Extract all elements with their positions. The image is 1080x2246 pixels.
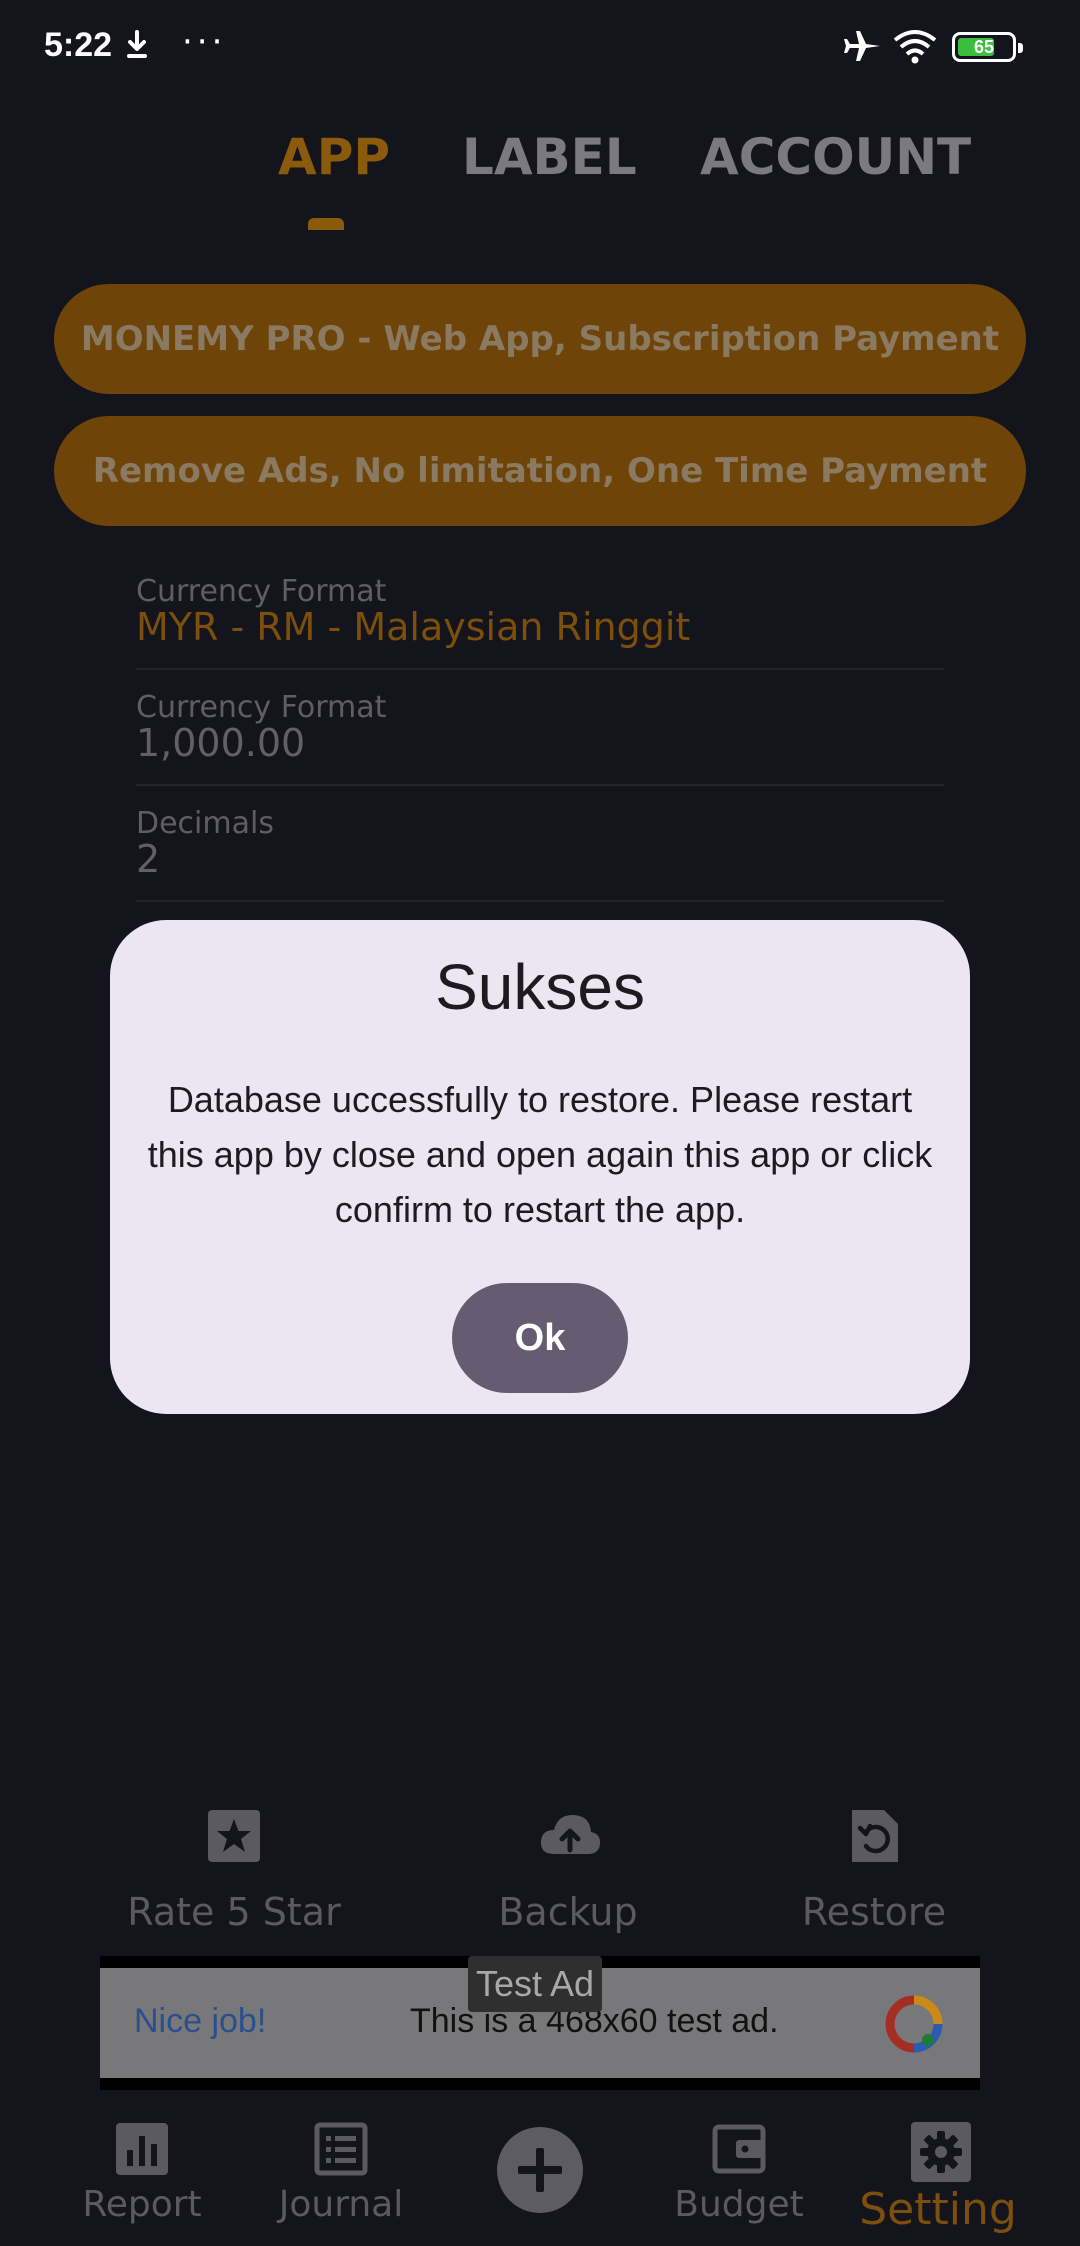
setting-value: 1,000.00 (136, 721, 306, 765)
ad-logo-icon (884, 1994, 944, 2058)
setting-label: Currency Format (136, 690, 387, 725)
nav-report[interactable]: Report (72, 2120, 212, 2225)
tab-label[interactable]: LABEL (462, 128, 637, 186)
nav-setting[interactable]: Setting (856, 2120, 1020, 2235)
more-notifications-icon: ··· (182, 22, 227, 62)
backup-button[interactable]: Backup (448, 1806, 688, 1934)
restore-icon (844, 1806, 904, 1866)
tab-app[interactable]: APP (278, 128, 390, 186)
download-icon (122, 28, 152, 66)
tab-account[interactable]: ACCOUNT (700, 128, 971, 186)
action-label: Restore (801, 1890, 947, 1934)
nav-label: Setting (859, 2184, 1017, 2235)
battery-icon: 65 (952, 32, 1023, 62)
active-tab-indicator (308, 218, 344, 230)
add-transaction-button[interactable] (497, 2127, 583, 2213)
add-icon (497, 2148, 583, 2217)
nav-label: Budget (674, 2184, 804, 2225)
success-dialog: Sukses Database uccessfully to restore. … (110, 920, 970, 1414)
wifi-icon (892, 28, 938, 68)
restore-button[interactable]: Restore (754, 1806, 994, 1934)
setting-label: Decimals (136, 806, 274, 841)
nav-journal[interactable]: Journal (266, 2120, 416, 2225)
cloud-upload-icon (538, 1806, 601, 1866)
dialog-title: Sukses (435, 951, 645, 1023)
battery-level: 65 (973, 37, 995, 57)
nav-budget[interactable]: Budget (666, 2120, 812, 2225)
nav-label: Journal (278, 2184, 404, 2225)
currency-setting[interactable]: Currency Format MYR - RM - Malaysian Rin… (136, 574, 944, 670)
action-label: Rate 5 Star (127, 1890, 341, 1934)
setting-label: Currency Format (136, 574, 387, 609)
setting-value: 2 (136, 837, 161, 881)
nav-label: Report (82, 2184, 202, 2225)
currency-format-setting[interactable]: Currency Format 1,000.00 (136, 690, 944, 786)
bar-chart-icon (113, 2120, 171, 2178)
remove-ads-button[interactable]: Remove Ads, No limitation, One Time Paym… (54, 416, 1026, 526)
monemy-pro-button[interactable]: MONEMY PRO - Web App, Subscription Payme… (54, 284, 1026, 394)
wallet-icon (710, 2120, 768, 2178)
ad-headline: Nice job! (134, 2002, 267, 2040)
ok-button[interactable]: Ok (452, 1283, 628, 1393)
status-time: 5:22 (44, 26, 113, 64)
test-ad-tag: Test Ad (468, 1956, 603, 2012)
action-label: Backup (498, 1890, 638, 1934)
dialog-message: Database uccessfully to restore. Please … (147, 1079, 933, 1230)
status-bar: 5:22 ··· 65 (0, 0, 1080, 96)
setting-value: MYR - RM - Malaysian Ringgit (136, 605, 691, 649)
list-icon (312, 2120, 370, 2178)
airplane-mode-icon (842, 28, 882, 68)
gear-icon (909, 2120, 971, 2182)
rate-5-star-button[interactable]: Rate 5 Star (114, 1806, 354, 1934)
star-icon (204, 1806, 264, 1866)
decimals-setting[interactable]: Decimals 2 (136, 806, 944, 902)
